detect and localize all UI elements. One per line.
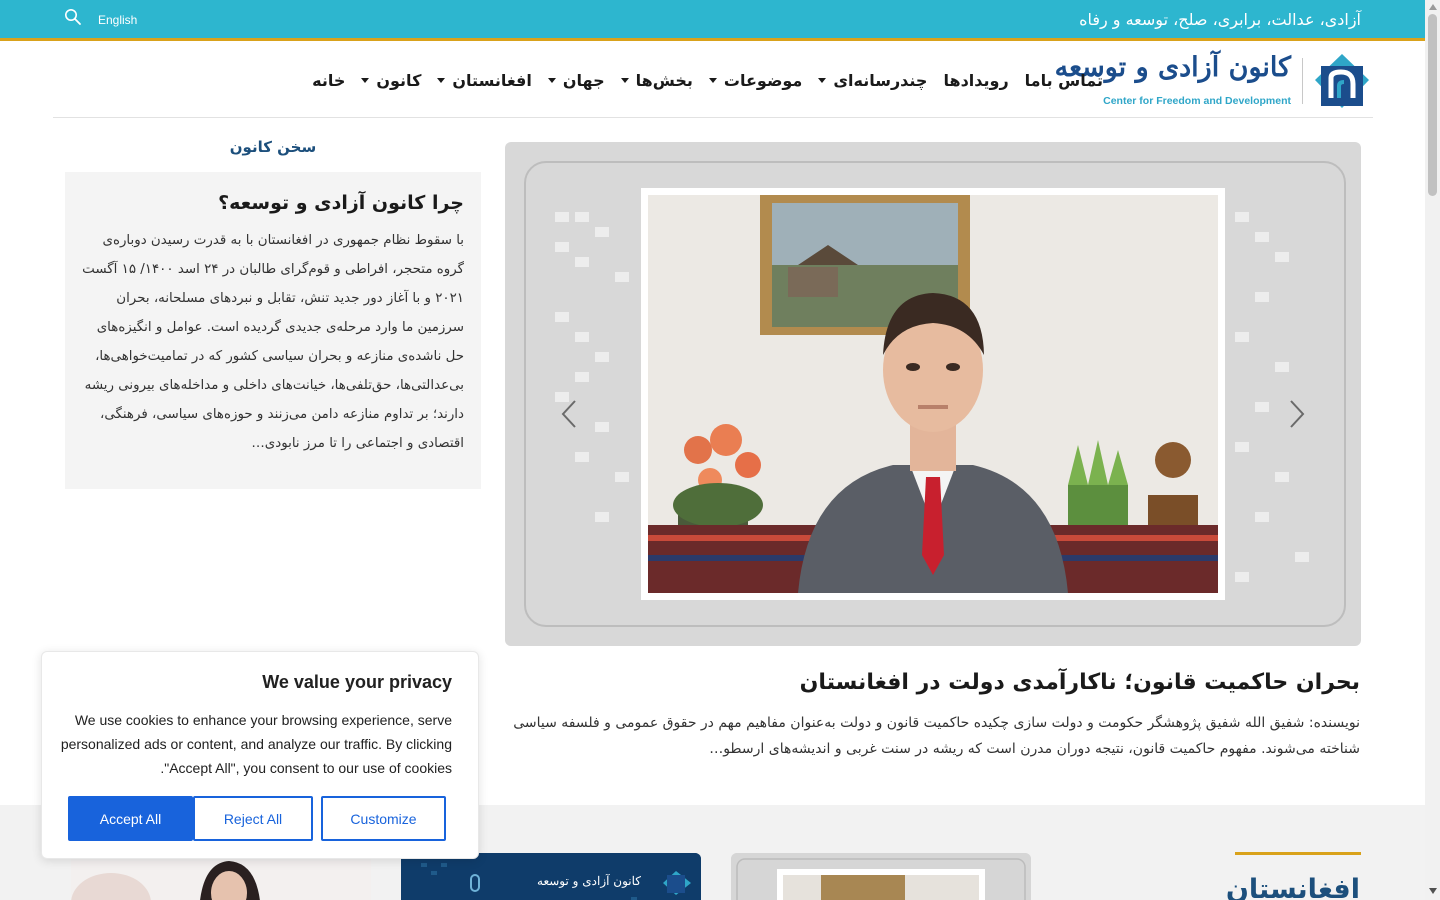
section-heading-afghanistan[interactable]: افغانستان xyxy=(1226,874,1360,900)
nav-item[interactable]: تماس باما xyxy=(1025,71,1103,90)
site-header: کانون آزادی و توسعه Center for Freedom a… xyxy=(53,44,1373,118)
caret-down-icon xyxy=(620,77,629,83)
news-card-podcast[interactable]: کانون آزادی و توسعه xyxy=(401,853,701,900)
chevron-left-icon[interactable] xyxy=(559,398,579,430)
nav-item[interactable]: چندرسانه‌ای xyxy=(818,71,927,90)
caret-down-icon xyxy=(361,77,370,83)
chevron-right-icon[interactable] xyxy=(1287,398,1307,430)
caret-down-icon xyxy=(708,77,717,83)
site-tagline: آزادی، عدالت، برابری، صلح، توسعه و رفاه xyxy=(1079,10,1361,29)
card-podcast-graphic: کانون آزادی و توسعه xyxy=(401,853,701,900)
nav-item-label: رویدادها xyxy=(943,70,1009,90)
caret-down-icon xyxy=(437,77,446,83)
nav-item[interactable]: رویدادها xyxy=(943,71,1008,90)
sidebar-box: چرا کانون آزادی و توسعه؟ با سقوط نظام جم… xyxy=(65,172,481,489)
scroll-up-icon[interactable] xyxy=(1429,4,1437,10)
nav-item-label: بخش‌ها xyxy=(635,70,693,90)
caret-down-icon xyxy=(547,77,556,83)
nav-item[interactable]: موضوعات xyxy=(708,70,803,90)
logo-divider xyxy=(1302,58,1303,104)
nav-item[interactable]: افغانستان xyxy=(437,70,532,90)
card-photo-woman xyxy=(71,853,371,900)
featured-article-title[interactable]: بحران حاکمیت قانون؛ ناکارآمدی دولت در اف… xyxy=(504,670,1360,695)
main-navigation: خانه کانون افغانستان جهان بخش‌ها موضوعات چندرس… xyxy=(296,68,1103,92)
logo-mark-icon xyxy=(1315,54,1369,108)
cookie-title: We value your privacy xyxy=(262,672,452,692)
hero-slider[interactable] xyxy=(505,142,1361,646)
caret-down-icon xyxy=(818,77,827,83)
news-card-article[interactable] xyxy=(731,853,1031,900)
nav-item-label: تماس باما xyxy=(1024,70,1103,90)
cookie-consent-banner: We value your privacy We use cookies to … xyxy=(41,651,479,859)
site-logo[interactable]: کانون آزادی و توسعه Center for Freedom a… xyxy=(1055,52,1373,112)
nav-item[interactable]: جهان xyxy=(547,70,605,90)
cookie-text: We use cookies to enhance your browsing … xyxy=(60,712,452,776)
page-scrollbar[interactable] xyxy=(1425,0,1440,900)
top-bar: آزادی، عدالت، برابری، صلح، توسعه و رفاه … xyxy=(0,0,1425,41)
hero-photo-image xyxy=(648,195,1218,593)
scrollbar-thumb[interactable] xyxy=(1428,14,1437,196)
nav-item-label: جهان xyxy=(562,70,605,90)
reject-all-button[interactable]: Reject All xyxy=(193,796,313,841)
sidebar-heading[interactable]: چرا کانون آزادی و توسعه؟ xyxy=(82,188,464,218)
nav-item-label: موضوعات xyxy=(723,70,803,90)
sidebar-title[interactable]: سخن کانون xyxy=(65,138,481,156)
card-article-thumbnail xyxy=(731,853,1031,900)
nav-item-label: خانه xyxy=(312,70,346,90)
nav-item[interactable]: خانه xyxy=(312,71,345,90)
customize-button[interactable]: Customize xyxy=(321,796,446,841)
nav-item[interactable]: بخش‌ها xyxy=(620,70,693,90)
featured-article-excerpt: نویسنده: شفیق الله شفیق پژوهشگر حکومت و … xyxy=(513,715,1360,757)
section-heading-underline xyxy=(1235,852,1361,855)
language-switch-link[interactable]: English xyxy=(98,13,137,27)
nav-item-label: افغانستان xyxy=(452,70,532,90)
nav-item-label: کانون xyxy=(376,70,422,90)
news-card-image[interactable] xyxy=(71,853,371,900)
card-logo-text: کانون آزادی و توسعه xyxy=(537,873,641,888)
accept-all-button[interactable]: Accept All xyxy=(68,796,193,841)
sidebar-text: با سقوط نظام جمهوری در افغانستان با به ق… xyxy=(82,233,464,451)
portrait-illustration xyxy=(648,195,1218,593)
logo-english-text: Center for Freedom and Development xyxy=(1103,95,1291,107)
hero-photo[interactable] xyxy=(641,188,1225,600)
nav-item[interactable]: کانون xyxy=(361,71,421,90)
search-icon[interactable] xyxy=(64,8,82,26)
nav-item-label: چندرسانه‌ای xyxy=(833,70,928,90)
scroll-down-icon[interactable] xyxy=(1429,888,1437,894)
